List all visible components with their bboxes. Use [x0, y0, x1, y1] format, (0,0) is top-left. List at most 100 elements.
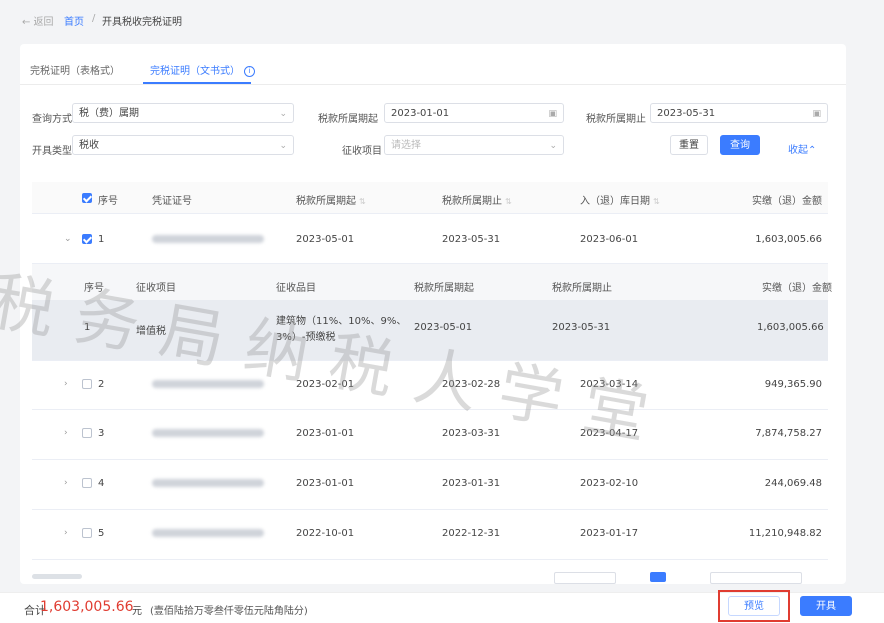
query-button[interactable]: 查询 — [720, 135, 760, 155]
row-checkbox[interactable] — [82, 478, 92, 488]
sort-icon: ⇅ — [653, 197, 660, 206]
breadcrumb-separator: / — [92, 13, 96, 24]
row-amount: 7,874,758.27 — [755, 428, 822, 439]
sub-col-amount: 实缴（退）金额 — [762, 283, 832, 294]
row-period-start: 2023-01-01 — [296, 478, 355, 489]
chevron-right-icon[interactable]: › — [64, 478, 68, 488]
row-checkbox[interactable] — [82, 234, 92, 244]
chevron-right-icon[interactable]: › — [64, 528, 68, 538]
sort-icon: ⇅ — [359, 197, 366, 206]
pagination-summary — [32, 572, 82, 586]
page-jumper[interactable] — [710, 572, 802, 586]
collapse-label: 收起 — [788, 145, 808, 156]
row-voucher-redacted — [152, 234, 264, 245]
issue-button[interactable]: 开具 — [800, 596, 852, 616]
col-stock-date[interactable]: 入（退）库日期 ⇅ — [580, 192, 660, 207]
row-period-start: 2023-05-01 — [296, 234, 355, 245]
period-end-input[interactable]: 2023-05-31 ▣ — [650, 103, 828, 123]
tab-document-format[interactable]: 完税证明（文书式） i — [150, 62, 255, 77]
table-row[interactable]: › 5 2022-10-01 2022-12-31 2023-01-17 11,… — [32, 510, 828, 560]
collapse-link[interactable]: 收起⌃ — [788, 141, 816, 156]
tab-divider — [20, 84, 846, 85]
row-stock-date: 2023-03-14 — [580, 379, 639, 390]
row-amount: 1,603,005.66 — [755, 234, 822, 245]
issue-type-value: 税收 — [79, 140, 99, 151]
row-amount: 244,069.48 — [764, 478, 822, 489]
issue-type-select[interactable]: 税收 ⌄ — [72, 135, 294, 155]
chevron-right-icon[interactable]: › — [64, 428, 68, 438]
levy-item-placeholder: 请选择 — [391, 140, 421, 151]
col-no: 序号 — [98, 196, 118, 207]
page-size-select[interactable] — [554, 572, 616, 586]
row-checkbox[interactable] — [82, 428, 92, 438]
row-stock-date: 2023-01-17 — [580, 528, 639, 539]
sub-row-amount: 1,603,005.66 — [757, 322, 824, 333]
row-voucher-redacted — [152, 528, 264, 539]
row-no: 2 — [98, 379, 105, 390]
col-amount: 实缴（退）金额 — [752, 196, 822, 207]
total-unit: 元 — [132, 606, 142, 617]
sub-col-category: 征收品目 — [276, 283, 316, 294]
period-end-label: 税款所属期止 — [586, 114, 646, 125]
col-period-end-label: 税款所属期止 — [442, 196, 502, 207]
sub-col-levy-item: 征收项目 — [136, 283, 176, 294]
tab-table-format[interactable]: 完税证明（表格式） — [30, 62, 120, 77]
preview-button[interactable]: 预览 — [728, 596, 780, 616]
row-checkbox[interactable] — [82, 528, 92, 538]
table-header: 序号 凭证证号 税款所属期起 ⇅ 税款所属期止 ⇅ 入（退）库日期 ⇅ 实缴（退）金额 — [32, 182, 828, 214]
row-period-start: 2022-10-01 — [296, 528, 355, 539]
col-period-start[interactable]: 税款所属期起 ⇅ — [296, 192, 366, 207]
breadcrumb-home[interactable]: 首页 — [64, 13, 84, 28]
chevron-down-icon: ⌄ — [279, 109, 287, 119]
row-voucher-redacted — [152, 478, 264, 489]
col-stock-date-label: 入（退）库日期 — [580, 196, 650, 207]
calendar-icon: ▣ — [548, 109, 557, 119]
sort-icon: ⇅ — [505, 197, 512, 206]
reset-button[interactable]: 重置 — [670, 135, 708, 155]
query-method-select[interactable]: 税（费）属期 ⌄ — [72, 103, 294, 123]
calendar-icon: ▣ — [812, 109, 821, 119]
period-start-value: 2023-01-01 — [391, 108, 450, 119]
period-end-value: 2023-05-31 — [657, 108, 716, 119]
query-method-value: 税（费）属期 — [79, 108, 139, 119]
breadcrumb-current: 开具税收完税证明 — [102, 17, 182, 28]
query-method-label: 查询方式 — [32, 114, 72, 125]
row-period-start: 2023-02-01 — [296, 379, 355, 390]
levy-item-select[interactable]: 请选择 ⌄ — [384, 135, 564, 155]
table-row[interactable]: › 3 2023-01-01 2023-03-31 2023-04-17 7,8… — [32, 410, 828, 460]
table-row[interactable]: › 4 2023-01-01 2023-01-31 2023-02-10 244… — [32, 460, 828, 510]
table-row[interactable]: › 2 2023-02-01 2023-02-28 2023-03-14 949… — [32, 360, 828, 410]
row-period-end: 2023-05-31 — [442, 234, 501, 245]
row-period-end: 2023-01-31 — [442, 478, 501, 489]
sub-col-period-end: 税款所属期止 — [552, 283, 612, 294]
chevron-up-icon: ⌃ — [808, 145, 817, 156]
table-row[interactable]: ⌄ 1 2023-05-01 2023-05-31 2023-06-01 1,6… — [32, 214, 828, 264]
col-period-end[interactable]: 税款所属期止 ⇅ — [442, 192, 512, 207]
row-stock-date: 2023-06-01 — [580, 234, 639, 245]
row-no: 5 — [98, 528, 105, 539]
issue-type-label: 开具类型 — [32, 146, 72, 157]
row-voucher-redacted — [152, 379, 264, 390]
row-voucher-redacted — [152, 428, 264, 439]
levy-item-label: 征收项目 — [342, 146, 382, 157]
info-icon[interactable]: i — [244, 65, 255, 77]
col-voucher: 凭证证号 — [152, 196, 192, 207]
chevron-down-icon: ⌄ — [279, 141, 287, 151]
back-link[interactable]: ← 返回 — [22, 13, 54, 28]
row-checkbox[interactable] — [82, 379, 92, 389]
sub-row-no: 1 — [84, 322, 91, 333]
total-amount: 1,603,005.66 — [40, 599, 134, 615]
period-start-input[interactable]: 2023-01-01 ▣ — [384, 103, 564, 123]
chevron-down-icon[interactable]: ⌄ — [64, 234, 72, 244]
period-start-label: 税款所属期起 — [318, 114, 378, 125]
active-tab-indicator — [143, 82, 251, 84]
row-no: 4 — [98, 478, 105, 489]
row-amount: 11,210,948.82 — [748, 528, 822, 539]
chevron-down-icon: ⌄ — [549, 141, 557, 151]
tab-document-format-label: 完税证明（文书式） — [150, 66, 240, 77]
select-all-checkbox[interactable] — [82, 193, 92, 203]
pagination-current-page[interactable] — [650, 572, 666, 586]
sub-row-category-line1: 建筑物（11%、10%、9%、 — [276, 316, 407, 327]
row-amount: 949,365.90 — [764, 379, 822, 390]
chevron-right-icon[interactable]: › — [64, 379, 68, 389]
